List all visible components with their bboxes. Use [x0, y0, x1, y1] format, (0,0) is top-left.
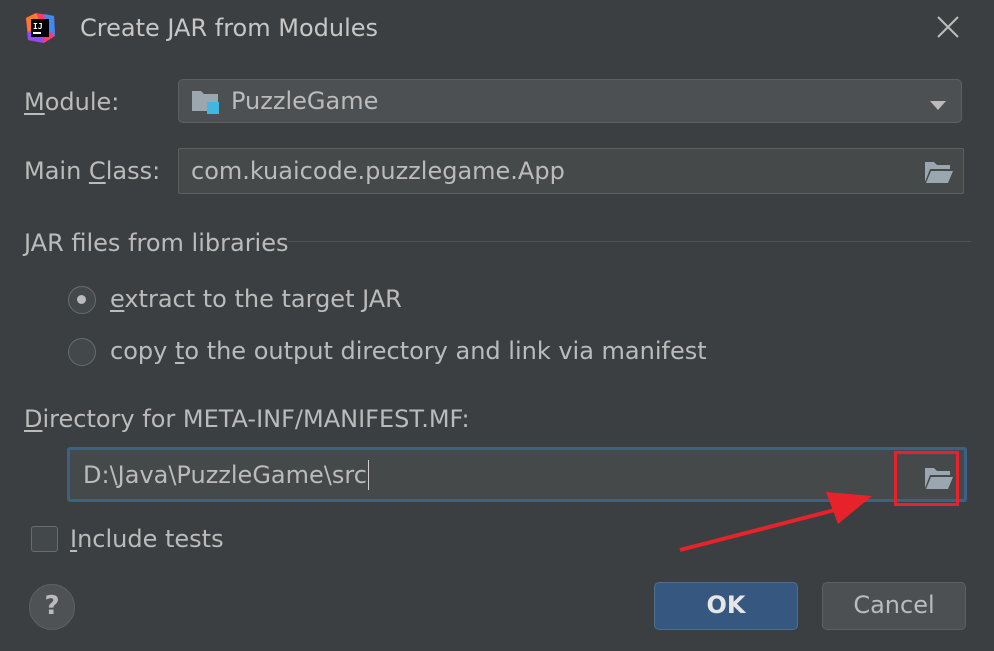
ok-button[interactable]: OK [654, 582, 798, 630]
help-button[interactable]: ? [29, 584, 75, 630]
create-jar-dialog: IJ Create JAR from Modules Module: Puzzl… [0, 0, 994, 651]
include-tests-checkbox[interactable] [31, 526, 58, 552]
include-tests-label[interactable]: Include tests [70, 523, 224, 555]
cancel-button[interactable]: Cancel [822, 582, 966, 630]
help-icon: ? [44, 591, 60, 621]
